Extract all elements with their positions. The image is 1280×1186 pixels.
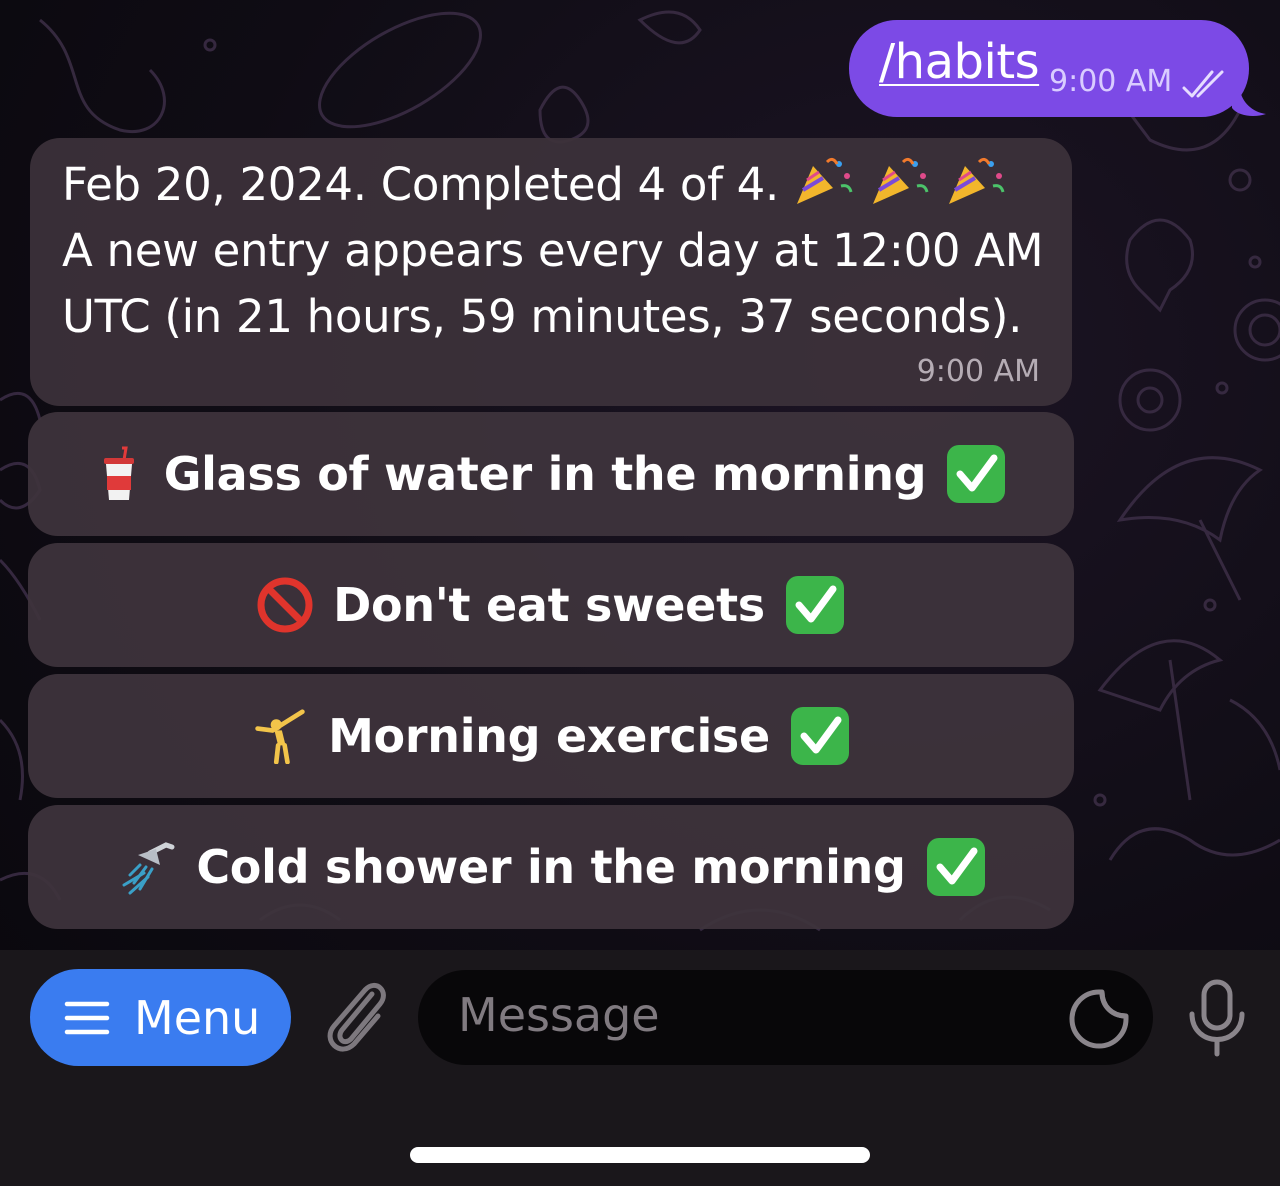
message-input-bar: Menu Message: [0, 950, 1280, 1186]
habit-label: Glass of water in the morning: [163, 447, 927, 501]
party-popper-icon: [949, 157, 1005, 204]
hamburger-icon: [64, 1001, 110, 1034]
habit-label: Cold shower in the morning: [196, 840, 906, 894]
message-text: Feb 20, 2024. Completed 4 of 4. A new en…: [62, 152, 1062, 350]
cartwheel-icon: [255, 709, 305, 764]
double-check-icon: [1182, 70, 1224, 98]
home-indicator[interactable]: [410, 1147, 870, 1163]
menu-label: Menu: [134, 990, 261, 1045]
prohibited-icon: [257, 577, 313, 633]
message-time: 9:00 AM: [916, 354, 1040, 389]
habit-button-water[interactable]: Glass of water in the morning: [28, 412, 1074, 536]
party-popper-icon: [796, 157, 853, 204]
message-line-2: A new entry appears every day at 12:00 A…: [62, 224, 1044, 277]
message-line-3: UTC (in 21 hours, 59 minutes, 37 seconds…: [62, 290, 1023, 343]
check-mark-button-icon: [785, 576, 844, 634]
check-mark-button-icon: [947, 445, 1006, 503]
habit-label: Don't eat sweets: [333, 578, 765, 632]
message-time: 9:00 AM: [1049, 64, 1173, 99]
outgoing-message-bubble[interactable]: /habits 9:00 AM: [849, 20, 1249, 117]
command-link[interactable]: /habits: [879, 34, 1040, 90]
message-placeholder: Message: [458, 988, 660, 1042]
menu-button[interactable]: Menu: [30, 969, 291, 1066]
check-mark-button-icon: [790, 707, 849, 765]
message-input[interactable]: Message: [418, 970, 1153, 1065]
check-mark-button-icon: [926, 838, 985, 896]
shower-icon: [122, 842, 175, 895]
party-popper-icon: [873, 157, 929, 204]
paperclip-icon[interactable]: [320, 980, 390, 1056]
habit-label: Morning exercise: [328, 709, 770, 763]
message-line-1: Feb 20, 2024. Completed 4 of 4.: [62, 158, 779, 211]
chat-screen: /habits 9:00 AM Feb 20, 2024. Completed …: [0, 0, 1280, 1186]
habit-button-sweets[interactable]: Don't eat sweets: [28, 543, 1074, 667]
habit-button-exercise[interactable]: Morning exercise: [28, 674, 1074, 798]
incoming-message-bubble: Feb 20, 2024. Completed 4 of 4. A new en…: [30, 138, 1072, 406]
cup-with-straw-icon: [103, 446, 134, 500]
sticker-icon[interactable]: [1068, 988, 1130, 1050]
microphone-icon[interactable]: [1184, 978, 1250, 1058]
habit-button-shower[interactable]: Cold shower in the morning: [28, 805, 1074, 929]
bubble-tail: [1232, 90, 1266, 116]
